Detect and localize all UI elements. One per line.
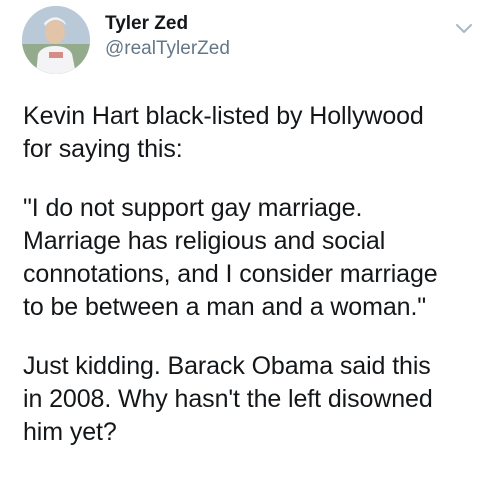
tweet-quote-paragraph: "I do not support gay marriage. Marriage…: [23, 194, 438, 321]
author-names: Tyler Zed @realTylerZed: [105, 12, 230, 62]
tweet-paragraph: Kevin Hart black-listed by Hollywood for…: [23, 102, 424, 163]
tweet-paragraph: Just kidding. Barack Obama said this in …: [23, 352, 433, 446]
profile-photo-icon: [22, 6, 90, 74]
tweet-card: Tyler Zed @realTylerZed Kevin Hart black…: [0, 0, 494, 500]
avatar[interactable]: [22, 6, 90, 74]
author-handle[interactable]: @realTylerZed: [105, 36, 230, 62]
chevron-down-icon[interactable]: [454, 22, 474, 36]
tweet-header: Tyler Zed @realTylerZed: [22, 6, 474, 76]
author-display-name[interactable]: Tyler Zed: [105, 12, 230, 36]
